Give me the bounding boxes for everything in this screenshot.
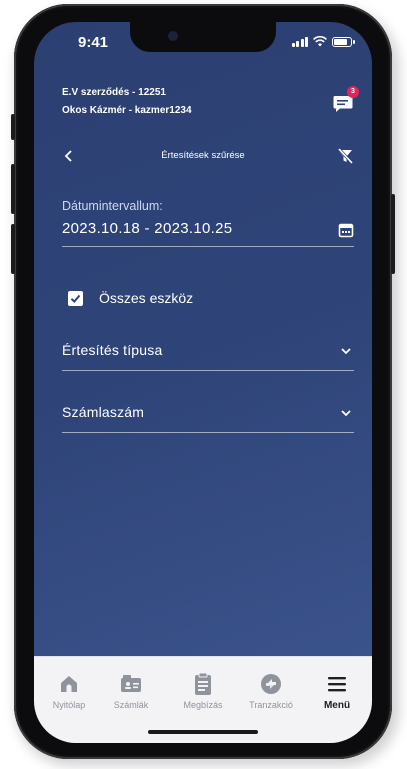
tab-menu[interactable]: Menü <box>306 671 368 711</box>
account-card-icon <box>121 675 141 692</box>
calendar-icon <box>338 223 354 238</box>
signal-icon <box>291 37 308 47</box>
notification-type-label: Értesítés típusa <box>62 342 163 358</box>
camera <box>168 31 178 41</box>
status-time: 9:41 <box>78 34 109 51</box>
home-indicator[interactable] <box>148 730 258 734</box>
user-label: Okos Kázmér - kazmer1234 <box>62 105 192 116</box>
transfer-icon <box>261 674 281 694</box>
menu-icon <box>328 677 346 692</box>
date-range-label: Dátumintervallum: <box>62 199 163 213</box>
account-number-dropdown[interactable]: Számlaszám <box>62 398 354 428</box>
contract-label: E.V szerződés - 12251 <box>62 87 166 98</box>
tab-transactions[interactable]: Tranzakció <box>240 671 302 710</box>
app-screen: 9:41 E.V szerződés - 12251 Okos Kázmér -… <box>34 22 372 743</box>
tab-accounts[interactable]: Számlák <box>100 671 162 710</box>
home-icon <box>61 676 77 692</box>
chevron-down-icon <box>341 410 351 417</box>
side-button-left-2 <box>11 164 15 214</box>
tab-home-label: Nyitólap <box>52 700 86 710</box>
side-button-right <box>391 194 395 274</box>
chevron-down-icon <box>341 348 351 355</box>
tab-orders[interactable]: Megbízás <box>172 671 234 710</box>
tab-accounts-label: Számlák <box>113 700 149 710</box>
all-devices-checkbox[interactable] <box>68 290 83 306</box>
filter-clear-icon <box>337 147 354 165</box>
bottom-tab-bar: Nyitólap Számlák Megbízás Tranzakció Men… <box>34 656 372 743</box>
notification-type-dropdown[interactable]: Értesítés típusa <box>62 336 354 366</box>
notification-type-divider <box>62 370 354 371</box>
clipboard-icon <box>195 672 211 695</box>
page-title: Értesítések szűrése <box>161 150 245 161</box>
side-button-left-1 <box>11 114 15 140</box>
tab-menu-label: Menü <box>323 700 351 711</box>
date-range-input[interactable]: 2023.10.18 - 2023.10.25 <box>62 220 232 237</box>
account-number-label: Számlaszám <box>62 404 145 420</box>
nav-bar: Értesítések szűrése <box>34 144 372 168</box>
wifi-icon <box>313 36 327 47</box>
notification-badge: 3 <box>347 86 359 98</box>
battery-icon <box>332 37 355 47</box>
notch <box>130 22 276 52</box>
status-icons <box>291 36 355 47</box>
side-button-left-3 <box>11 224 15 274</box>
date-divider <box>62 246 354 247</box>
all-devices-checkbox-row[interactable]: Összes eszköz <box>68 288 193 308</box>
tab-home[interactable]: Nyitólap <box>38 671 100 710</box>
tab-orders-label: Megbízás <box>183 700 223 710</box>
checkmark-icon <box>70 294 81 303</box>
chat-button[interactable]: 3 <box>332 86 359 114</box>
calendar-button[interactable] <box>338 222 354 238</box>
all-devices-label: Összes eszköz <box>99 290 194 306</box>
tab-transactions-label: Tranzakció <box>249 700 293 710</box>
account-info: E.V szerződés - 12251 Okos Kázmér - kazm… <box>62 84 192 120</box>
account-number-divider <box>62 432 354 433</box>
clear-filter-button[interactable] <box>336 147 354 165</box>
